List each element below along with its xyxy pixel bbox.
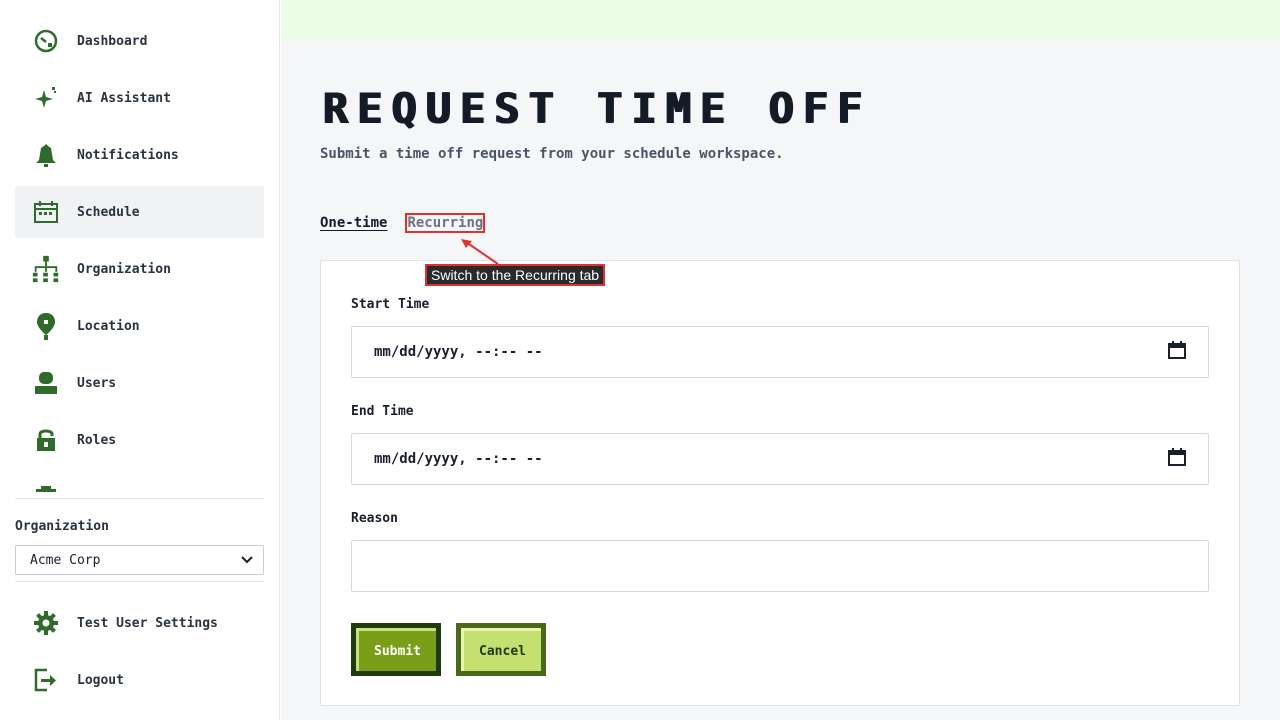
sidebar-item-roles[interactable]: Roles <box>15 414 264 466</box>
page-title: REQUEST TIME OFF <box>322 84 871 133</box>
sidebar-item-location[interactable]: Location <box>15 300 264 352</box>
org-chart-icon <box>31 254 61 284</box>
sidebar-item-more[interactable] <box>15 471 264 493</box>
calendar-picker-icon[interactable] <box>1168 448 1186 470</box>
calendar-icon <box>31 197 61 227</box>
lock-icon <box>31 425 61 455</box>
more-icon <box>31 482 61 493</box>
chevron-down-icon <box>241 553 253 568</box>
user-icon <box>31 368 61 398</box>
sidebar-item-logout[interactable]: Logout <box>15 654 264 706</box>
annotation-tooltip: Switch to the Recurring tab <box>425 264 606 286</box>
start-time-value: mm/dd/yyyy, --:-- -- <box>374 344 543 360</box>
start-time-label: Start Time <box>351 297 430 312</box>
sidebar-item-organization[interactable]: Organization <box>15 243 264 295</box>
end-time-label: End Time <box>351 404 414 419</box>
page-subtitle: Submit a time off request from your sche… <box>320 146 784 162</box>
tab-recurring[interactable]: Recurring <box>405 213 486 233</box>
end-time-value: mm/dd/yyyy, --:-- -- <box>374 451 543 467</box>
sidebar-item-label: Notifications <box>77 147 179 163</box>
sidebar-item-users[interactable]: Users <box>15 357 264 409</box>
sidebar-item-settings[interactable]: Test User Settings <box>15 597 264 649</box>
end-time-input[interactable]: mm/dd/yyyy, --:-- -- <box>351 433 1209 485</box>
sidebar-item-label: Dashboard <box>77 33 148 49</box>
reason-input[interactable] <box>351 540 1209 592</box>
sidebar-item-ai-assistant[interactable]: AI Assistant <box>15 72 264 124</box>
tab-one-time[interactable]: One-time <box>320 215 387 231</box>
sidebar-item-notifications[interactable]: Notifications <box>15 129 264 181</box>
sidebar-item-label: Roles <box>77 432 117 448</box>
sidebar-divider <box>15 498 264 499</box>
sidebar-item-schedule[interactable]: Schedule <box>15 186 264 238</box>
submit-button-label: Submit <box>356 628 436 671</box>
sidebar-item-label: AI Assistant <box>77 90 171 106</box>
sidebar-divider <box>15 581 264 582</box>
sidebar-bottom-nav: Test User Settings Logout <box>15 597 264 711</box>
sidebar-item-label: Logout <box>77 672 124 688</box>
request-form-card: Start Time mm/dd/yyyy, --:-- -- End Time… <box>320 260 1240 706</box>
start-time-input[interactable]: mm/dd/yyyy, --:-- -- <box>351 326 1209 378</box>
calendar-picker-icon[interactable] <box>1168 341 1186 363</box>
sidebar: Dashboard AI Assistant Notifications Sch… <box>0 0 280 720</box>
main-content: REQUEST TIME OFF Submit a time off reque… <box>281 0 1280 720</box>
sidebar-item-label: Test User Settings <box>77 615 218 631</box>
sidebar-item-label: Location <box>77 318 140 334</box>
location-pin-icon <box>31 311 61 341</box>
org-select-value: Acme Corp <box>30 552 101 568</box>
bell-icon <box>31 140 61 170</box>
sidebar-item-label: Users <box>77 375 117 391</box>
gear-icon <box>31 608 61 638</box>
sidebar-nav: Dashboard AI Assistant Notifications Sch… <box>15 15 264 493</box>
sidebar-item-label: Organization <box>77 261 171 277</box>
reason-label: Reason <box>351 511 398 526</box>
sidebar-item-dashboard[interactable]: Dashboard <box>15 15 264 67</box>
cancel-button-label: Cancel <box>461 628 541 671</box>
top-bar <box>281 0 1280 40</box>
org-select[interactable]: Acme Corp <box>15 545 264 575</box>
org-label: Organization <box>15 519 109 534</box>
sparkle-icon <box>31 83 61 113</box>
sidebar-item-label: Schedule <box>77 204 140 220</box>
logout-icon <box>31 665 61 695</box>
tab-bar: One-time Recurring <box>320 213 486 233</box>
dashboard-icon <box>31 26 61 56</box>
cancel-button[interactable]: Cancel <box>456 623 546 676</box>
submit-button[interactable]: Submit <box>351 623 441 676</box>
